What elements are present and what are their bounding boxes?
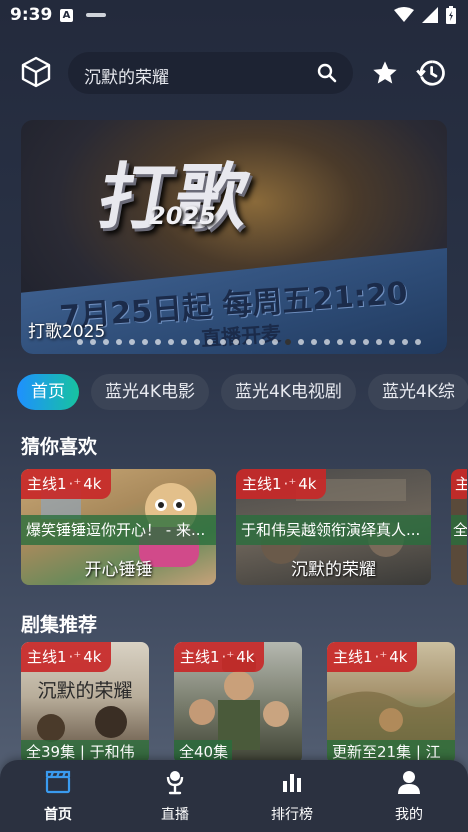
video-card[interactable]: 主 全 (451, 469, 467, 585)
nav-item-live[interactable]: 直播 (135, 768, 215, 824)
carousel-dot (207, 339, 213, 345)
search-icon[interactable] (317, 63, 337, 83)
nav-label: 首页 (44, 807, 72, 823)
cube-icon[interactable] (18, 54, 54, 90)
carousel-dot (142, 339, 148, 345)
history-icon[interactable] (416, 58, 446, 88)
carousel-dot (376, 339, 382, 345)
section-title-series: 剧集推荐 (21, 614, 98, 636)
badge-line: 主线1 (27, 648, 67, 666)
battery-icon (446, 6, 456, 24)
badge-line: 主线1 (27, 475, 67, 493)
banner-year: 2025 (149, 202, 216, 230)
series-row: 沉默的荣耀 主线1 ·⁺ 4k 全39集 | 于和伟 主线1 ·⁺ 4k 全40集 主线… (21, 642, 455, 764)
section-title-guess: 猜你喜欢 (21, 436, 98, 458)
nav-item-home[interactable]: 首页 (18, 768, 98, 824)
quality-badge: 主线1 ·⁺ 4k (236, 469, 327, 499)
badge-quality: 4k (236, 648, 255, 666)
quality-badge: 主线1 ·⁺ 4k (21, 469, 112, 499)
clapperboard-icon (45, 770, 71, 794)
banner-tagline-2: 直播开麦 (200, 321, 282, 351)
search-input[interactable]: 沉默的荣耀 (84, 63, 169, 88)
wifi-icon (394, 7, 414, 22)
carousel-dot (220, 339, 226, 345)
person-icon (398, 771, 420, 794)
category-tabs: 首页 蓝光4K电影 蓝光4K电视剧 蓝光4K综 (17, 374, 468, 410)
badge-quality: 4k (83, 475, 102, 493)
carousel-dot (272, 339, 278, 345)
carousel-dot (402, 339, 408, 345)
carousel-dot (311, 339, 317, 345)
carousel-dot (155, 339, 161, 345)
carousel-indicator (77, 339, 421, 345)
carousel-dot (285, 339, 291, 345)
carousel-dot (324, 339, 330, 345)
carousel-dot (233, 339, 239, 345)
bar-chart-icon (283, 774, 301, 792)
banner-carousel[interactable]: 打歌 2025 7月25日起 每周五21:20 直播开麦 打歌2025 (21, 120, 447, 354)
badge-quality: 4k (389, 648, 408, 666)
video-card[interactable]: 主线1 ·⁺ 4k 全40集 (174, 642, 302, 764)
nav-label: 我的 (395, 807, 423, 823)
top-bar: 沉默的荣耀 (0, 50, 468, 96)
card-description: 爆笑锤锤逗你开心！ - 来... (21, 515, 216, 545)
carousel-dot (168, 339, 174, 345)
badge-line: 主线1 (242, 475, 282, 493)
bottom-nav: 首页 直播 排行榜 我的 (0, 760, 468, 832)
carousel-dot (259, 339, 265, 345)
video-card[interactable]: 沉默的荣耀 主线1 ·⁺ 4k 全39集 | 于和伟 (21, 642, 149, 764)
video-card[interactable]: 主线1 ·⁺ 4k 更新至21集 | 江 (327, 642, 455, 764)
tab-1[interactable]: 蓝光4K电影 (91, 374, 209, 410)
carousel-dot (116, 339, 122, 345)
quality-badge: 主 (451, 469, 467, 499)
carousel-dot (363, 339, 369, 345)
card-description: 全 (451, 515, 467, 545)
card-title: 开心锤锤 (84, 560, 153, 580)
quality-badge: 主线1 ·⁺ 4k (327, 642, 418, 672)
status-time: 9:39 (10, 5, 53, 25)
carousel-dot (246, 339, 252, 345)
carousel-dot (181, 339, 187, 345)
card-description: 于和伟吴越领衔演绎真人... (236, 515, 431, 545)
status-icons (394, 6, 456, 24)
status-bar: 9:39 A (0, 0, 468, 32)
nav-label: 排行榜 (271, 807, 313, 823)
card-title: 沉默的荣耀 (291, 560, 376, 580)
signal-icon (422, 7, 438, 23)
app-notification-icon: A (60, 9, 73, 22)
app-notification-icon-2 (86, 13, 106, 17)
badge-line: 主线1 (180, 648, 220, 666)
carousel-dot (298, 339, 304, 345)
carousel-dot (90, 339, 96, 345)
video-card[interactable]: 主线1 ·⁺ 4k 于和伟吴越领衔演绎真人... 沉默的荣耀 (236, 469, 431, 585)
microphone-icon (166, 771, 184, 795)
nav-item-ranking[interactable]: 排行榜 (252, 768, 332, 824)
tab-0[interactable]: 首页 (17, 374, 79, 410)
guess-row: 主线1 ·⁺ 4k 爆笑锤锤逗你开心！ - 来... 开心锤锤 主线1 ·⁺ 4k 于和… (21, 469, 467, 585)
quality-badge: 主线1 ·⁺ 4k (21, 642, 112, 672)
badge-quality: 4k (298, 475, 317, 493)
carousel-dot (389, 339, 395, 345)
carousel-dot (129, 339, 135, 345)
quality-badge: 主线1 ·⁺ 4k (174, 642, 265, 672)
badge-quality: 4k (83, 648, 102, 666)
video-card[interactable]: 主线1 ·⁺ 4k 爆笑锤锤逗你开心！ - 来... 开心锤锤 (21, 469, 216, 585)
carousel-dot (103, 339, 109, 345)
star-icon[interactable] (371, 59, 399, 87)
carousel-dot (337, 339, 343, 345)
nav-item-mine[interactable]: 我的 (369, 768, 449, 824)
carousel-dot (415, 339, 421, 345)
carousel-dot (194, 339, 200, 345)
carousel-dot (350, 339, 356, 345)
carousel-dot (77, 339, 83, 345)
nav-label: 直播 (161, 807, 189, 823)
search-box[interactable]: 沉默的荣耀 (68, 52, 353, 94)
tab-2[interactable]: 蓝光4K电视剧 (220, 374, 356, 410)
tab-3[interactable]: 蓝光4K综 (367, 374, 468, 410)
badge-line: 主线1 (333, 648, 373, 666)
